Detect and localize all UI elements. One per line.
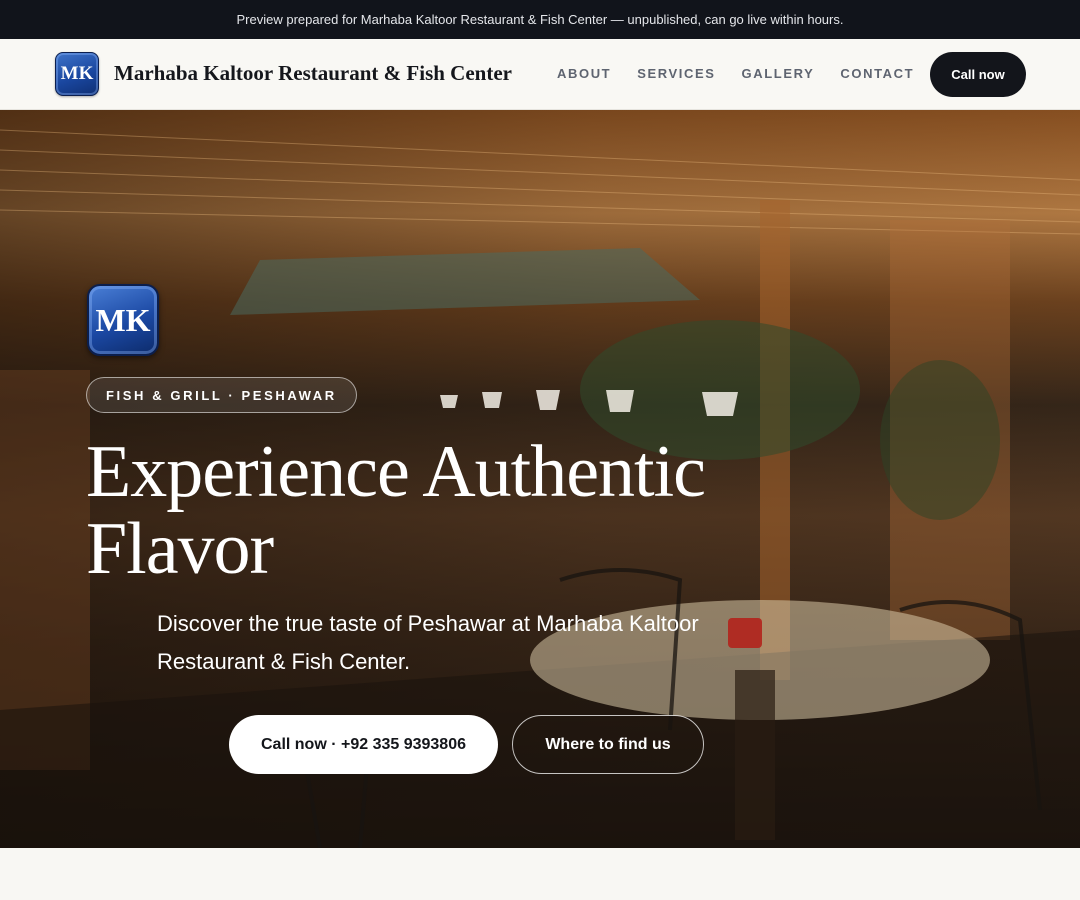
nav-link-contact[interactable]: CONTACT	[840, 66, 914, 81]
site-header: MK Marhaba Kaltoor Restaurant & Fish Cen…	[0, 39, 1080, 110]
hero-logo-badge: MK	[87, 284, 159, 356]
hero-title: Experience Authentic Flavor	[86, 434, 786, 588]
hero-section: MK FISH & GRILL · PESHAWAR Experience Au…	[0, 110, 1080, 848]
brand-name[interactable]: Marhaba Kaltoor Restaurant & Fish Center	[114, 61, 512, 86]
find-us-button[interactable]: Where to find us	[512, 715, 704, 774]
hero-title-line1: Experience Authentic	[86, 431, 706, 513]
preview-notice-bar: Preview prepared for Marhaba Kaltoor Res…	[0, 0, 1080, 39]
hero-title-line2: Flavor	[86, 508, 274, 590]
call-phone-button[interactable]: Call now · +92 335 9393806	[229, 715, 498, 774]
nav-link-about[interactable]: ABOUT	[557, 66, 611, 81]
brand-logo[interactable]: MK	[55, 52, 99, 96]
main-nav: ABOUT SERVICES GALLERY CONTACT	[557, 66, 940, 81]
nav-link-services[interactable]: SERVICES	[637, 66, 715, 81]
call-now-button[interactable]: Call now	[930, 52, 1026, 97]
nav-link-gallery[interactable]: GALLERY	[742, 66, 815, 81]
preview-notice-text: Preview prepared for Marhaba Kaltoor Res…	[236, 12, 844, 27]
hero-subtitle: Discover the true taste of Peshawar at M…	[157, 611, 699, 674]
hero-eyebrow-tag: FISH & GRILL · PESHAWAR	[86, 377, 357, 413]
